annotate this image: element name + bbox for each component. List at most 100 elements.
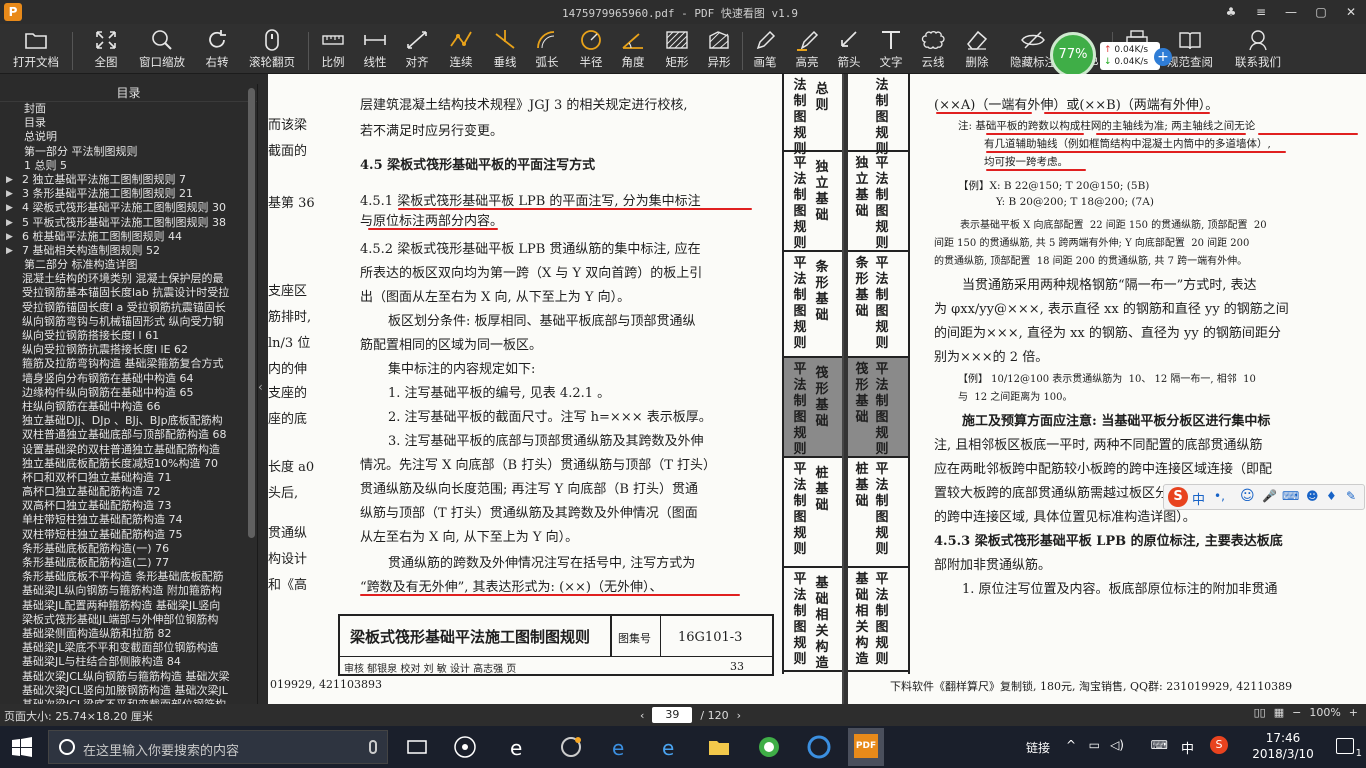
toc-item[interactable]: ▶ 4 梁板式筏形基础平法施工图制图规则 30 (0, 201, 248, 215)
toc-item[interactable]: ▶ 3 条形基础平法施工图制图规则 21 (0, 187, 248, 201)
toc-item[interactable]: 基础次梁JCL纵向钢筋与箍筋构造 基础次梁 (0, 670, 248, 684)
toc-item[interactable]: 条形基础底板配筋构造(一) 76 (0, 542, 248, 556)
taskbar-clock[interactable]: 17:46 2018/3/10 (1248, 730, 1318, 762)
fan-app-icon[interactable] (450, 732, 480, 762)
toc-item[interactable]: ▶ 2 独立基础平法施工图制图规则 7 (0, 173, 248, 187)
rectangle-area-button[interactable]: 矩形 (660, 28, 694, 72)
expand-arrow-icon[interactable]: ▶ (6, 244, 13, 258)
highlight-button[interactable]: 高亮 (790, 28, 824, 72)
menu-icon[interactable]: ≡ (1246, 0, 1276, 24)
toc-item[interactable]: 目录 (0, 116, 248, 130)
volume-tray-icon[interactable]: ◁) (1110, 738, 1124, 752)
toc-item[interactable]: 基础梁JL纵向钢筋与箍筋构造 附加箍筋构 (0, 584, 248, 598)
toc-item[interactable]: ▶ 6 桩基础平法施工图制图规则 44 (0, 230, 248, 244)
accelerate-icon[interactable]: + (1154, 48, 1172, 66)
toc-item[interactable]: 基础梁侧面构造纵筋和拉筋 82 (0, 627, 248, 641)
minimize-icon[interactable]: — (1276, 0, 1306, 24)
sogou-browser-icon[interactable] (804, 732, 834, 762)
task-view-icon[interactable] (402, 732, 432, 762)
toc-item[interactable]: 单柱带短柱独立基础配筋构造 74 (0, 513, 248, 527)
toc-item[interactable]: 设置基础梁的双柱普通独立基础配筋构造 (0, 443, 248, 457)
pdf-app-taskbar-icon[interactable]: PDF (848, 728, 884, 766)
zoom-in-icon[interactable]: + (1349, 706, 1358, 719)
side-tab[interactable]: 法制图规则 总则 (784, 74, 842, 157)
toc-scrollbar[interactable] (248, 84, 256, 704)
ime-language-toggle[interactable]: 中 (1192, 489, 1205, 508)
ime-indicator[interactable]: 中 (1181, 738, 1194, 757)
arrow-button[interactable]: 箭头 (832, 28, 866, 72)
toc-item[interactable]: 封面 (0, 102, 248, 116)
toc-item[interactable]: 墙身竖向分布钢筋在基础中构造 64 (0, 372, 248, 386)
side-tab[interactable]: 桩基础 平法制图规则 (848, 458, 908, 568)
tools-icon[interactable]: ✎ (1346, 489, 1356, 503)
toc-item[interactable]: 受拉钢筋基本锚固长度lab 抗震设计时受拉 (0, 286, 248, 300)
toc-item[interactable]: 独立基础底板配筋长度减短10%构造 70 (0, 457, 248, 471)
keyboard-icon[interactable]: ⌨ (1282, 489, 1299, 503)
toc-item[interactable]: 箍筋及拉筋弯钩构造 基础梁箍筋复合方式 (0, 357, 248, 371)
page-number-input[interactable]: 39 (652, 707, 693, 723)
toc-item[interactable]: 纵向受拉钢筋抗震搭接长度l lE 62 (0, 343, 248, 357)
side-tab[interactable]: 基础相关构造 平法制图规则 (848, 568, 908, 672)
tray-arrow-icon[interactable]: ^ (1066, 738, 1076, 752)
radius-button[interactable]: 半径 (574, 28, 608, 72)
punctuation-icon[interactable]: •, (1214, 489, 1225, 503)
browser-360-icon[interactable] (556, 732, 586, 762)
polygon-area-button[interactable]: 异形 (702, 28, 736, 72)
zoom-out-icon[interactable]: − (1292, 706, 1301, 719)
skin-icon[interactable]: ♦ (1326, 489, 1337, 503)
collapse-sidebar-icon[interactable]: ‹ (258, 380, 268, 396)
toc-item[interactable]: 受拉钢筋锚固长度l a 受拉钢筋抗震锚固长 (0, 301, 248, 315)
ie-browser-icon[interactable]: e (504, 732, 534, 762)
wheel-page-button[interactable]: 滚轮翻页 (244, 28, 300, 72)
toc-item[interactable]: 基础梁JL配置两种箍筋构造 基础梁JL竖向 (0, 599, 248, 613)
toc-item[interactable]: ▶ 5 平板式筏形基础平法施工图制图规则 38 (0, 216, 248, 230)
file-explorer-icon[interactable] (704, 732, 734, 762)
pen-button[interactable]: 画笔 (748, 28, 782, 72)
side-tab[interactable]: 平法制图规则 桩基础 (784, 458, 842, 568)
toc-item[interactable]: 第二部分 标准构造详图 (0, 258, 248, 272)
maximize-icon[interactable]: ▢ (1306, 0, 1336, 24)
align-measure-button[interactable]: 对齐 (400, 28, 434, 72)
expand-arrow-icon[interactable]: ▶ (6, 173, 13, 187)
toc-item[interactable]: 柱纵向钢筋在基础中构造 66 (0, 400, 248, 414)
side-tab[interactable]: 平法制图规则 筏形基础 (784, 358, 842, 458)
side-tab[interactable]: 平法制图规则 条形基础 (784, 252, 842, 358)
angle-button[interactable]: 角度 (616, 28, 650, 72)
ie-blue-icon[interactable]: e (656, 732, 686, 762)
rotate-right-button[interactable]: 右转 (196, 28, 238, 72)
expand-arrow-icon[interactable]: ▶ (6, 187, 13, 201)
network-speed-widget[interactable]: 77% ↑ 0.04K/s ↓ 0.04K/s + (1050, 32, 1180, 78)
linear-measure-button[interactable]: 线性 (358, 28, 392, 72)
toc-item[interactable]: 纵向钢筋弯钩与机械锚固形式 纵向受力钢 (0, 315, 248, 329)
side-tab[interactable]: 条形基础 平法制图规则 (848, 252, 908, 358)
toc-item[interactable]: 1 总则 5 (0, 159, 248, 173)
windows-start-icon[interactable] (12, 737, 32, 757)
toc-item[interactable]: 条形基础底板不平构造 条形基础底板配筋 (0, 570, 248, 584)
toc-item[interactable]: 总说明 (0, 130, 248, 144)
toc-item[interactable]: 高杯口独立基础配筋构造 72 (0, 485, 248, 499)
cloud-line-button[interactable]: 云线 (916, 28, 950, 72)
edge-browser-icon[interactable]: e (606, 732, 636, 762)
emoji-icon[interactable]: ☺ (1240, 488, 1255, 504)
toc-item[interactable]: 杯口和双杯口独立基础构造 71 (0, 471, 248, 485)
toc-item[interactable]: 双高杯口独立基础配筋构造 73 (0, 499, 248, 513)
expand-arrow-icon[interactable]: ▶ (6, 201, 13, 215)
notification-center-icon[interactable] (1336, 738, 1354, 754)
voice-icon[interactable]: 🎤 (1262, 489, 1277, 503)
scale-button[interactable]: 比例 (316, 28, 350, 72)
toc-item[interactable]: 独立基础DJj、DJp 、BJj、BJp底板配筋构 (0, 414, 248, 428)
expand-arrow-icon[interactable]: ▶ (6, 216, 13, 230)
sogou-tray-icon[interactable]: S (1210, 736, 1228, 754)
toc-item[interactable]: 边缘构件纵向钢筋在基础中构造 65 (0, 386, 248, 400)
page-layout-icon[interactable]: ▯▯ (1254, 706, 1266, 719)
side-tab[interactable]: 平法制图规则 基础相关构造 (784, 568, 842, 672)
toc-item[interactable]: 基础梁JL与柱结合部侧腋构造 84 (0, 655, 248, 669)
toc-item[interactable]: 纵向受拉钢筋搭接长度l l 61 (0, 329, 248, 343)
skin-icon[interactable]: ♣ (1216, 0, 1246, 24)
side-tab[interactable]: 平法制图规则 独立基础 (784, 152, 842, 252)
side-tab[interactable]: 法制图规则 (848, 74, 908, 157)
perpendicular-button[interactable]: 垂线 (488, 28, 522, 72)
delete-button[interactable]: 删除 (960, 28, 994, 72)
grid-layout-icon[interactable]: ▦ (1274, 706, 1284, 719)
toc-item[interactable]: 双柱普通独立基础底部与顶部配筋构造 68 (0, 428, 248, 442)
